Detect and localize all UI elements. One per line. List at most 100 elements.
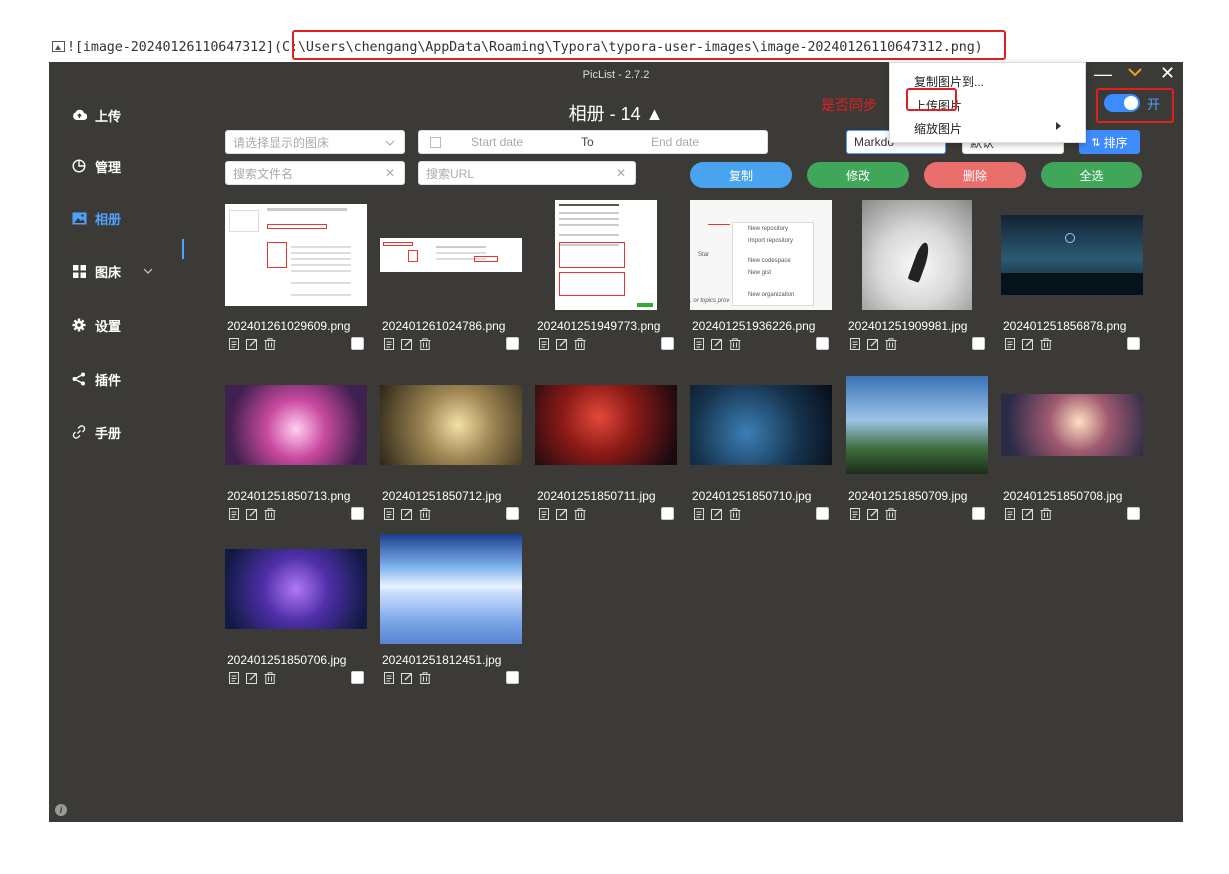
delete-icon[interactable] — [263, 671, 277, 685]
image-thumbnail[interactable] — [1001, 394, 1143, 456]
copy-button[interactable]: 复制 — [690, 162, 792, 188]
thumbnail-area[interactable] — [846, 200, 988, 310]
delete-icon[interactable] — [884, 507, 898, 521]
delete-button[interactable]: 删除 — [924, 162, 1026, 188]
select-checkbox[interactable] — [351, 337, 364, 350]
delete-icon[interactable] — [573, 507, 587, 521]
image-thumbnail[interactable] — [225, 204, 367, 306]
thumbnail-area[interactable] — [225, 200, 367, 310]
clear-icon[interactable]: ✕ — [385, 166, 395, 180]
copy-link-icon[interactable] — [692, 507, 706, 521]
minimize-icon[interactable]: — — [1094, 64, 1112, 85]
sidebar-item-settings[interactable]: 设置 — [71, 312, 121, 338]
sort-button[interactable]: ⇅ 排序 — [1079, 130, 1140, 154]
edit-icon[interactable] — [400, 671, 414, 685]
image-thumbnail[interactable] — [225, 385, 367, 465]
sidebar-item-album[interactable]: 相册 — [71, 205, 121, 231]
url-search-input[interactable]: 搜索URL ✕ — [418, 161, 636, 185]
select-checkbox[interactable] — [661, 507, 674, 520]
copy-link-icon[interactable] — [1003, 337, 1017, 351]
thumbnail-area[interactable] — [535, 200, 677, 310]
delete-icon[interactable] — [418, 507, 432, 521]
image-thumbnail[interactable] — [1001, 215, 1143, 295]
image-thumbnail[interactable] — [535, 385, 677, 465]
sidebar-item-manual[interactable]: 手册 — [71, 419, 121, 445]
image-thumbnail[interactable] — [380, 534, 522, 644]
delete-icon[interactable] — [573, 337, 587, 351]
edit-icon[interactable] — [245, 507, 259, 521]
select-checkbox[interactable] — [661, 337, 674, 350]
thumbnail-area[interactable] — [380, 534, 522, 644]
picbed-select[interactable]: 请选择显示的图床 — [225, 130, 405, 154]
thumbnail-area[interactable] — [846, 370, 988, 480]
delete-icon[interactable] — [728, 337, 742, 351]
edit-icon[interactable] — [710, 337, 724, 351]
thumbnail-area[interactable] — [225, 370, 367, 480]
sidebar-item-plugins[interactable]: 插件 — [71, 366, 121, 392]
image-thumbnail[interactable] — [846, 376, 988, 474]
copy-link-icon[interactable] — [848, 337, 862, 351]
edit-icon[interactable] — [555, 337, 569, 351]
edit-icon[interactable] — [555, 507, 569, 521]
edit-icon[interactable] — [1021, 337, 1035, 351]
delete-icon[interactable] — [418, 671, 432, 685]
select-checkbox[interactable] — [972, 507, 985, 520]
thumbnail-area[interactable] — [225, 534, 367, 644]
delete-icon[interactable] — [418, 337, 432, 351]
copy-link-icon[interactable] — [227, 337, 241, 351]
edit-icon[interactable] — [400, 507, 414, 521]
delete-icon[interactable] — [263, 337, 277, 351]
select-all-button[interactable]: 全选 — [1041, 162, 1142, 188]
image-thumbnail[interactable]: New repository Import repository New codes… — [690, 200, 832, 310]
thumbnail-area[interactable] — [1001, 200, 1143, 310]
delete-icon[interactable] — [1039, 337, 1053, 351]
thumbnail-area[interactable] — [1001, 370, 1143, 480]
thumbnail-area[interactable] — [380, 200, 522, 310]
delete-icon[interactable] — [884, 337, 898, 351]
image-thumbnail[interactable] — [380, 385, 522, 465]
edit-icon[interactable] — [1021, 507, 1035, 521]
date-range-picker[interactable]: Start date To End date — [418, 130, 768, 154]
copy-link-icon[interactable] — [227, 507, 241, 521]
image-thumbnail[interactable] — [555, 200, 657, 310]
copy-link-icon[interactable] — [382, 337, 396, 351]
select-checkbox[interactable] — [506, 337, 519, 350]
edit-icon[interactable] — [866, 337, 880, 351]
edit-button[interactable]: 修改 — [807, 162, 909, 188]
select-checkbox[interactable] — [351, 507, 364, 520]
copy-link-icon[interactable] — [382, 507, 396, 521]
edit-icon[interactable] — [710, 507, 724, 521]
close-icon[interactable]: ✕ — [1160, 63, 1175, 84]
edit-icon[interactable] — [245, 337, 259, 351]
clear-icon[interactable]: ✕ — [616, 166, 626, 180]
sidebar-item-manage[interactable]: 管理 — [71, 153, 121, 179]
select-checkbox[interactable] — [351, 671, 364, 684]
edit-icon[interactable] — [866, 507, 880, 521]
copy-link-icon[interactable] — [692, 337, 706, 351]
edit-icon[interactable] — [400, 337, 414, 351]
copy-link-icon[interactable] — [537, 507, 551, 521]
collapse-icon[interactable] — [1127, 64, 1143, 85]
delete-icon[interactable] — [1039, 507, 1053, 521]
copy-link-icon[interactable] — [382, 671, 396, 685]
select-checkbox[interactable] — [1127, 337, 1140, 350]
edit-icon[interactable] — [245, 671, 259, 685]
select-checkbox[interactable] — [506, 507, 519, 520]
thumbnail-area[interactable] — [535, 370, 677, 480]
copy-link-icon[interactable] — [537, 337, 551, 351]
copy-link-icon[interactable] — [227, 671, 241, 685]
select-checkbox[interactable] — [972, 337, 985, 350]
image-thumbnail[interactable] — [225, 549, 367, 629]
copy-link-icon[interactable] — [848, 507, 862, 521]
select-checkbox[interactable] — [506, 671, 519, 684]
info-icon[interactable]: i — [55, 804, 67, 816]
thumbnail-area[interactable] — [380, 370, 522, 480]
delete-icon[interactable] — [728, 507, 742, 521]
filename-search-input[interactable]: 搜索文件名 ✕ — [225, 161, 405, 185]
start-date-input[interactable]: Start date — [471, 135, 581, 149]
image-thumbnail[interactable] — [862, 200, 972, 310]
image-thumbnail[interactable] — [690, 385, 832, 465]
select-checkbox[interactable] — [816, 507, 829, 520]
copy-link-icon[interactable] — [1003, 507, 1017, 521]
select-checkbox[interactable] — [816, 337, 829, 350]
